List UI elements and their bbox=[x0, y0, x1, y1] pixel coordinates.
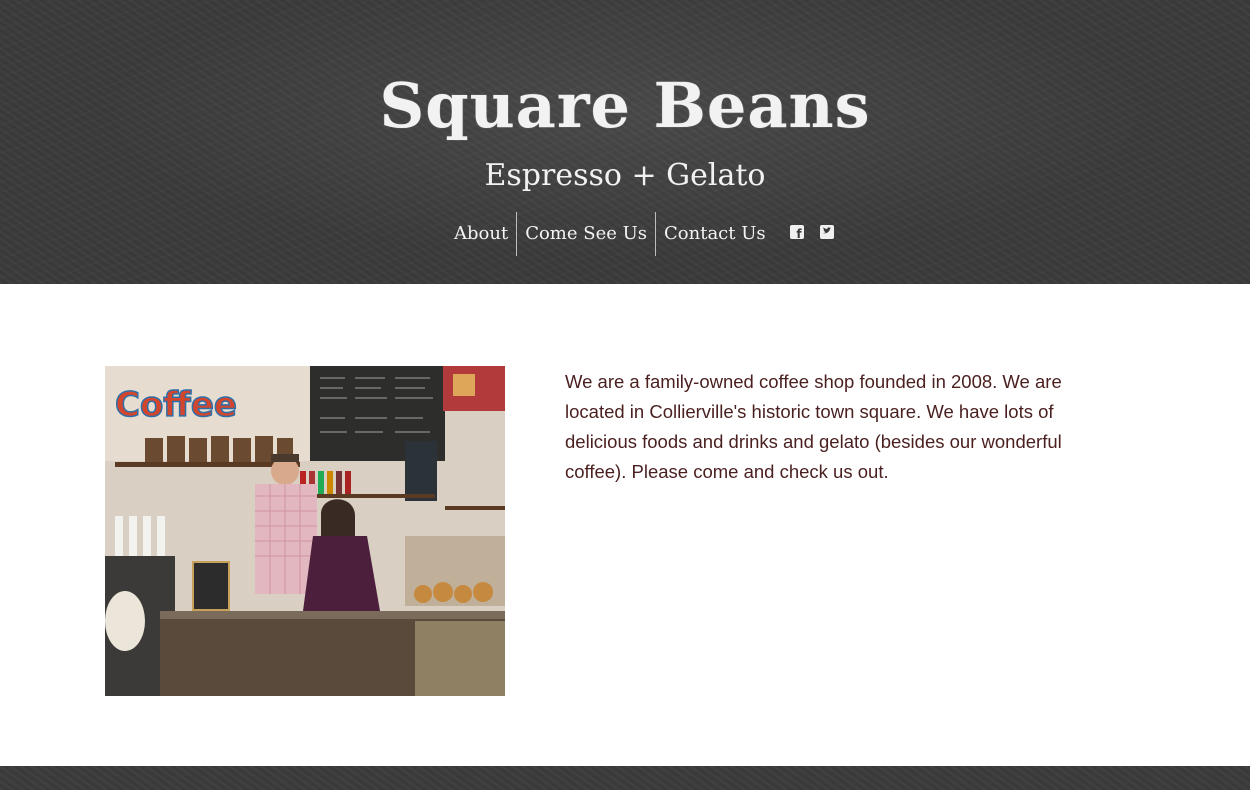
about-paragraph: We are a family-owned coffee shop founde… bbox=[565, 371, 1062, 482]
site-header: Square Beans Espresso + Gelato About Com… bbox=[0, 0, 1250, 284]
owners-photo: Coffee bbox=[105, 366, 505, 696]
site-title[interactable]: Square Beans bbox=[0, 70, 1250, 142]
nav-link-come-see-us[interactable]: Come See Us bbox=[517, 212, 655, 256]
site-tagline: Espresso + Gelato bbox=[484, 158, 766, 193]
twitter-icon[interactable] bbox=[819, 225, 834, 239]
facebook-icon[interactable]: f bbox=[789, 225, 804, 240]
social-links: f bbox=[782, 225, 842, 241]
nav-link-contact-us[interactable]: Contact Us bbox=[656, 212, 774, 256]
main-nav: About Come See Us Contact Us f bbox=[446, 212, 842, 256]
coffee-wall-sign: Coffee bbox=[115, 385, 237, 425]
site-footer bbox=[0, 766, 1250, 790]
nav-link-about[interactable]: About bbox=[446, 212, 516, 256]
coffee-shop-interior-image: Coffee bbox=[105, 366, 505, 696]
